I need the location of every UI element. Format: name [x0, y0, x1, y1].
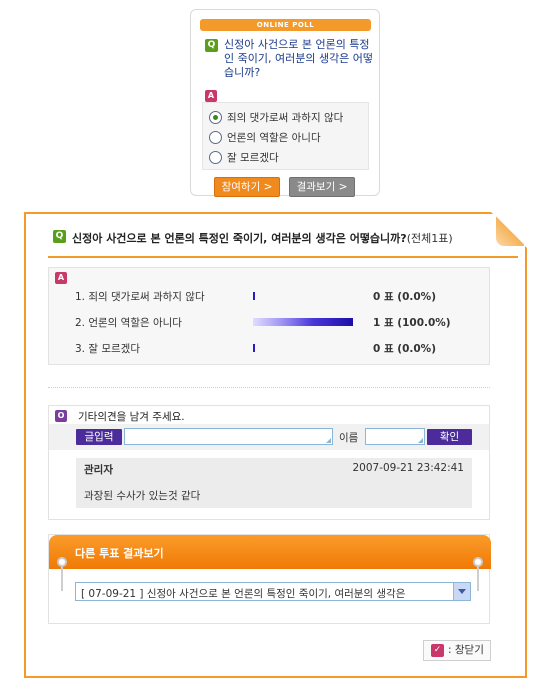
result-bar-fill — [253, 318, 353, 326]
radio-button[interactable] — [209, 150, 222, 164]
answer-icon: A — [55, 272, 67, 284]
poll-question: 신정아 사건으로 본 언론의 특정인 죽이기, 여러분의 생각은 어떻습니까? — [224, 38, 374, 79]
other-polls-select[interactable]: [ 07-09-21 ] 신정아 사건으로 본 언론의 특정인 죽이기, 여러분… — [75, 582, 471, 601]
confirm-button[interactable]: 확인 — [427, 429, 472, 445]
pin-decoration — [57, 557, 67, 567]
opinion-icon: O — [55, 410, 67, 422]
other-polls-selected: [ 07-09-21 ] 신정아 사건으로 본 언론의 특정인 죽이기, 여러분… — [81, 588, 406, 600]
checkbox-icon: ✓ — [431, 644, 444, 657]
poll-option-label: 죄의 댓가로써 과하지 않다 — [227, 111, 344, 124]
results-list: A 1. 죄의 댓가로써 과하지 않다 0 표 (0.0%) 2. 언론의 역할… — [48, 267, 490, 365]
result-bar — [253, 292, 353, 300]
title-divider — [48, 256, 518, 258]
poll-option-3[interactable]: 잘 모르겠다 — [209, 149, 367, 165]
result-row: 2. 언론의 역할은 아니다 1 표 (100.0%) — [75, 314, 475, 330]
radio-button[interactable] — [209, 130, 222, 144]
poll-option-2[interactable]: 언론의 역할은 아니다 — [209, 129, 367, 145]
poll-option-label: 잘 모르겠다 — [227, 151, 279, 164]
name-label: 이름 — [339, 432, 359, 444]
other-polls-title: 다른 투표 결과보기 — [75, 547, 164, 560]
name-input[interactable] — [365, 428, 425, 445]
comment-section-title: 기타의견을 남겨 주세요. — [78, 411, 185, 423]
write-comment-button[interactable]: 글입력 — [76, 429, 122, 445]
pin-line-decoration — [477, 565, 479, 591]
poll-results-panel: Q 신정아 사건으로 본 언론의 특정인 죽이기, 여러분의 생각은 어떻습니까… — [24, 212, 527, 678]
comment-section: O 기타의견을 남겨 주세요. 글입력 이름 확인 관리자 2007-09-21… — [48, 405, 490, 520]
radio-button-selected[interactable] — [209, 110, 222, 124]
result-label: 3. 잘 모르겠다 — [75, 343, 140, 355]
result-row: 1. 죄의 댓가로써 과하지 않다 0 표 (0.0%) — [75, 288, 475, 304]
poll-option-1[interactable]: 죄의 댓가로써 과하지 않다 — [209, 109, 367, 125]
comment-input[interactable] — [124, 428, 333, 445]
question-icon: Q — [53, 230, 66, 243]
result-bar — [253, 344, 353, 352]
result-votes: 1 표 (100.0%) — [373, 317, 451, 329]
chevron-down-icon[interactable] — [453, 583, 470, 600]
result-votes: 0 표 (0.0%) — [373, 343, 436, 355]
result-bar-fill — [253, 292, 255, 300]
section-divider — [48, 387, 490, 388]
poll-options: 죄의 댓가로써 과하지 않다 언론의 역할은 아니다 잘 모르겠다 — [202, 102, 369, 170]
pin-decoration — [473, 557, 483, 567]
result-label: 2. 언론의 역할은 아니다 — [75, 317, 182, 329]
results-question: 신정아 사건으로 본 언론의 특정인 죽이기, 여러분의 생각은 어떻습니까?(… — [72, 230, 512, 246]
poll-title: ONLINE POLL — [200, 19, 371, 31]
pin-line-decoration — [61, 565, 63, 591]
comment-entry: 관리자 2007-09-21 23:42:41 과장된 수사가 있는것 같다 — [76, 458, 472, 508]
result-row: 3. 잘 모르겠다 0 표 (0.0%) — [75, 340, 475, 356]
question-icon: Q — [205, 39, 218, 52]
close-window-label: : 창닫기 — [448, 644, 484, 656]
other-polls-header: 다른 투표 결과보기 — [49, 535, 491, 569]
total-votes: (전체1표) — [406, 232, 453, 245]
view-results-button[interactable]: 결과보기 > — [289, 177, 355, 197]
vote-button[interactable]: 참여하기 > — [214, 177, 280, 197]
result-votes: 0 표 (0.0%) — [373, 291, 436, 303]
result-bar — [253, 318, 353, 326]
comment-date: 2007-09-21 23:42:41 — [352, 462, 464, 474]
results-question-text: 신정아 사건으로 본 언론의 특정인 죽이기, 여러분의 생각은 어떻습니까? — [72, 232, 407, 245]
comment-author: 관리자 — [84, 464, 113, 476]
comment-form: 글입력 이름 확인 — [49, 424, 489, 450]
close-window-button[interactable]: ✓ : 창닫기 — [423, 640, 491, 661]
result-label: 1. 죄의 댓가로써 과하지 않다 — [75, 291, 205, 303]
poll-widget: ONLINE POLL Q 신정아 사건으로 본 언론의 특정인 죽이기, 여러… — [190, 9, 380, 197]
comment-text: 과장된 수사가 있는것 같다 — [84, 490, 201, 502]
result-bar-fill — [253, 344, 255, 352]
poll-option-label: 언론의 역할은 아니다 — [227, 131, 321, 144]
answer-icon: A — [205, 90, 217, 102]
other-polls-section: 다른 투표 결과보기 [ 07-09-21 ] 신정아 사건으로 본 언론의 특… — [48, 534, 491, 624]
